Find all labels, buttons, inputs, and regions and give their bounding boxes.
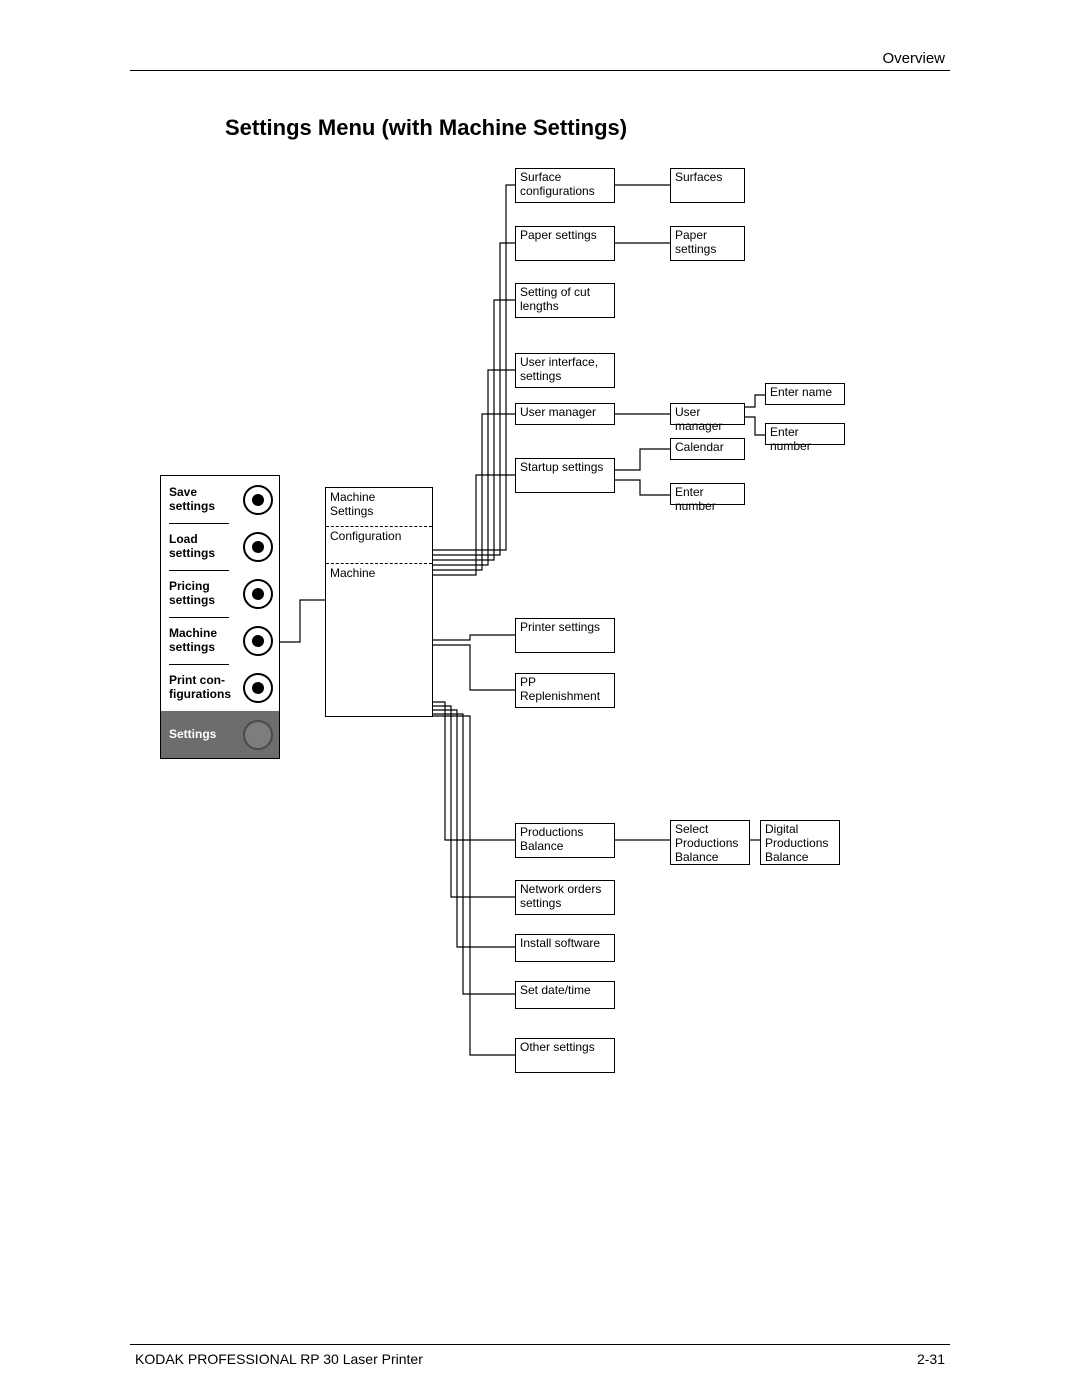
radio-icon <box>243 532 273 562</box>
node-cut-lengths: Setting of cut lengths <box>515 283 615 318</box>
node-enter-number-startup: Enter number <box>670 483 745 505</box>
node-paper-settings-2: Paper settings <box>670 226 745 261</box>
sidebar-item-load-settings[interactable]: Loadsettings <box>161 523 279 570</box>
footer-left: KODAK PROFESSIONAL RP 30 Laser Printer <box>135 1351 423 1367</box>
sidebar-item-save-settings[interactable]: Savesettings <box>161 476 279 523</box>
sidebar-item-pricing-settings[interactable]: Pricingsettings <box>161 570 279 617</box>
sidebar-item-settings[interactable]: Settings <box>161 711 279 758</box>
sidebar-item-machine-settings[interactable]: Machinesettings <box>161 617 279 664</box>
node-paper-settings: Paper settings <box>515 226 615 261</box>
header-rule <box>130 70 950 71</box>
header-section: Overview <box>882 50 945 67</box>
node-surface-configurations: Surface configurations <box>515 168 615 203</box>
settings-sidebar: Savesettings Loadsettings Pricingsetting… <box>160 475 280 759</box>
node-user-manager-2: User manager <box>670 403 745 425</box>
node-enter-number-user: Enter number <box>765 423 845 445</box>
node-network-orders: Network orders settings <box>515 880 615 915</box>
footer-rule <box>130 1344 950 1345</box>
footer-right: 2-31 <box>917 1351 945 1367</box>
node-digital-productions-balance: Digital Productions Balance <box>760 820 840 865</box>
node-printer-settings: Printer settings <box>515 618 615 653</box>
radio-icon <box>243 579 273 609</box>
node-surfaces: Surfaces <box>670 168 745 203</box>
radio-icon <box>243 673 273 703</box>
node-startup-settings: Startup settings <box>515 458 615 493</box>
node-productions-balance: Productions Balance <box>515 823 615 858</box>
radio-icon <box>243 626 273 656</box>
node-pp-replenishment: PP Replenishment <box>515 673 615 708</box>
node-enter-name: Enter name <box>765 383 845 405</box>
node-set-date-time: Set date/time <box>515 981 615 1009</box>
node-other-settings: Other settings <box>515 1038 615 1073</box>
node-ui-settings: User interface, settings <box>515 353 615 388</box>
radio-icon <box>243 485 273 515</box>
machine-settings-panel: MachineSettings Configuration Machine <box>325 487 433 717</box>
node-user-manager: User manager <box>515 403 615 425</box>
node-install-software: Install software <box>515 934 615 962</box>
sidebar-item-print-configurations[interactable]: Print con-figurations <box>161 664 279 711</box>
page-title: Settings Menu (with Machine Settings) <box>225 115 627 141</box>
node-select-productions-balance: Select Productions Balance <box>670 820 750 865</box>
radio-icon <box>243 720 273 750</box>
node-calendar: Calendar <box>670 438 745 460</box>
